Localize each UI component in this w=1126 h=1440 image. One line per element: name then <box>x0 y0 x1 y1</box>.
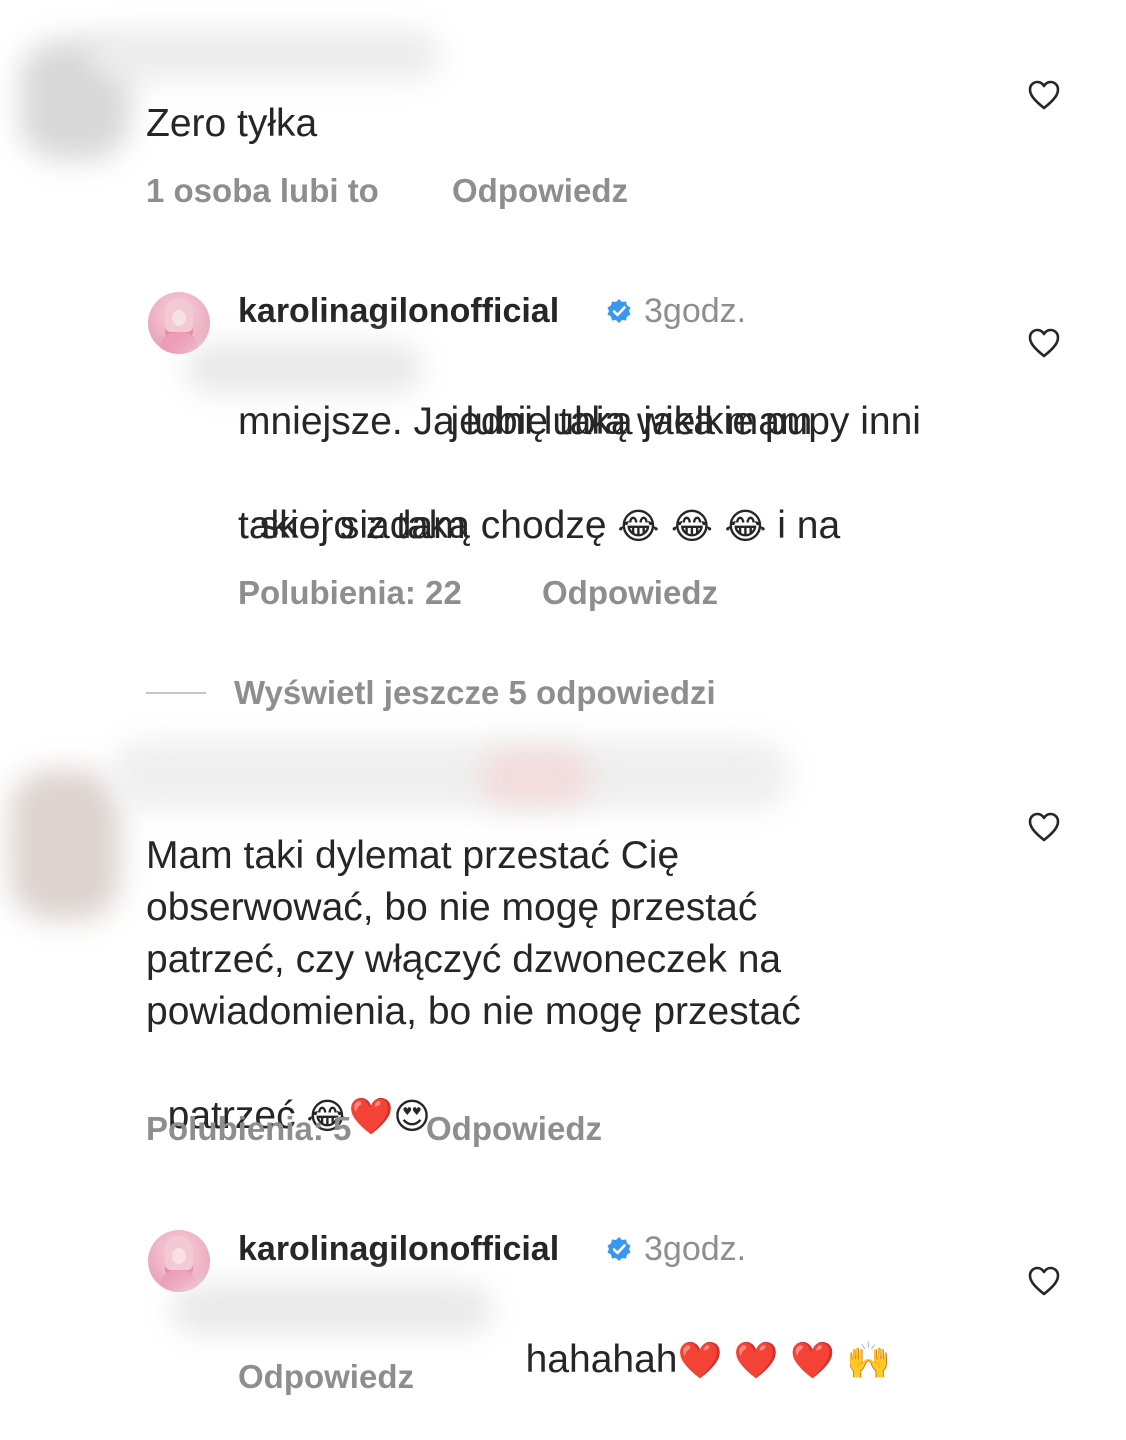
heart-icon[interactable] <box>1028 80 1060 110</box>
redacted-username-part <box>480 750 590 805</box>
timestamp: 3godz. <box>644 292 747 330</box>
likes-count[interactable]: Polubienia: 5 <box>146 1110 351 1148</box>
verified-badge-icon <box>607 299 631 323</box>
view-more-replies-button[interactable]: Wyświetl jeszcze 5 odpowiedzi <box>234 674 716 712</box>
view-replies-divider <box>146 692 206 694</box>
verified-badge-icon <box>607 1237 631 1261</box>
reply-text-line: mniejsze. Ja lubię taka jaka mam <box>238 400 813 443</box>
emoji-group: ❤️ ❤️ ❤️ 🙌 <box>677 1340 892 1382</box>
reply-button[interactable]: Odpowiedz <box>452 172 628 210</box>
reply-text: hahahah❤️ ❤️ ❤️ 🙌 <box>525 1338 892 1382</box>
redacted-username <box>90 30 440 80</box>
reply-text-line: takiej siadam <box>238 504 466 547</box>
comment-text: Zero tyłka <box>146 102 318 145</box>
likes-count[interactable]: Polubienia: 22 <box>238 574 462 612</box>
likes-count[interactable]: 1 osoba lubi to <box>146 172 379 210</box>
redacted-username <box>110 740 790 810</box>
heart-icon[interactable] <box>1028 328 1060 358</box>
timestamp: 3godz. <box>644 1230 747 1268</box>
comment-text-line: powiadomienia, bo nie mogę przestać <box>146 990 801 1033</box>
username[interactable]: karolinagilonofficial <box>238 292 559 331</box>
heart-icon[interactable] <box>1028 812 1060 842</box>
comment-text-line: obserwować, bo nie mogę przestać <box>146 886 758 929</box>
username[interactable]: karolinagilonofficial <box>238 1230 559 1269</box>
comment-text: Mam taki dylemat przestać Cię <box>146 834 680 877</box>
heart-icon[interactable] <box>1028 1266 1060 1296</box>
reply-button[interactable]: Odpowiedz <box>426 1110 602 1148</box>
reply-button[interactable]: Odpowiedz <box>238 1358 414 1396</box>
redacted-avatar <box>10 770 120 920</box>
comment-text-line: patrzeć, czy włączyć dzwoneczek na <box>146 938 782 981</box>
avatar[interactable] <box>148 1230 210 1292</box>
reply-button[interactable]: Odpowiedz <box>542 574 718 612</box>
laughing-emoji: 😂 😂 😂 <box>617 506 767 548</box>
redacted-mention <box>172 1284 492 1334</box>
